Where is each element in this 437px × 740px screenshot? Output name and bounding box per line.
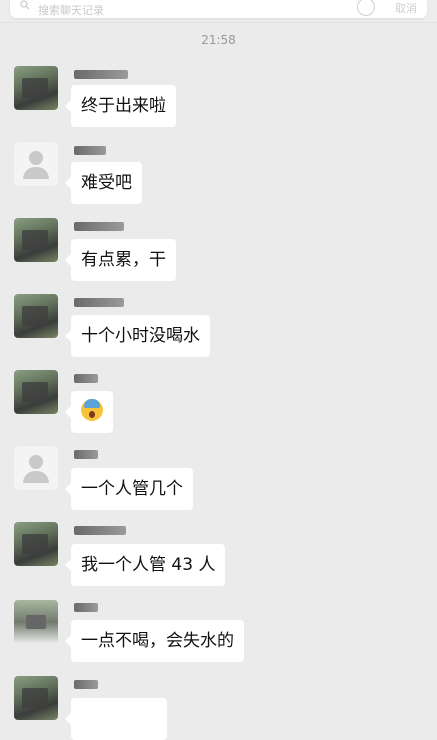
message-bubble[interactable]: 一个人管几个 [65,468,193,510]
default-avatar-icon [29,151,43,165]
sender-name-redacted [74,298,124,307]
message-bubble[interactable]: 有点累，干 [65,239,176,281]
timestamp: 21:58 [201,33,236,47]
avatar[interactable] [14,66,58,110]
clear-icon[interactable] [357,0,375,16]
default-avatar-icon [29,455,43,469]
message-bubble[interactable] [65,391,113,433]
message-bubble[interactable] [65,698,167,740]
sender-name-redacted [74,70,128,79]
search-box[interactable]: 搜索聊天记录 取消 [10,0,427,18]
sender-name-redacted [74,374,98,383]
sender-name-redacted [74,526,126,535]
sender-name-redacted [74,603,98,612]
cancel-button[interactable]: 取消 [395,0,417,16]
sender-name-redacted [74,680,98,689]
sender-name-redacted [74,450,98,459]
avatar[interactable] [14,218,58,262]
message-bubble[interactable]: 十个小时没喝水 [65,315,210,357]
sender-name-redacted [74,222,124,231]
avatar[interactable] [14,142,58,186]
top-bar: 搜索聊天记录 取消 [0,0,437,23]
avatar[interactable] [14,676,58,720]
avatar[interactable] [14,446,58,490]
search-placeholder: 搜索聊天记录 [38,4,104,17]
avatar[interactable] [14,294,58,338]
scream-emoji-icon [81,399,103,421]
avatar[interactable] [14,600,58,644]
message-bubble[interactable]: 终于出来啦 [65,85,176,127]
message-bubble[interactable]: 难受吧 [65,162,142,204]
message-bubble[interactable]: 一点不喝，会失水的 [65,620,244,662]
sender-name-redacted [74,146,106,155]
avatar[interactable] [14,522,58,566]
avatar[interactable] [14,370,58,414]
message-bubble[interactable]: 我一个人管 43 人 [64,544,226,586]
search-icon [20,0,30,10]
